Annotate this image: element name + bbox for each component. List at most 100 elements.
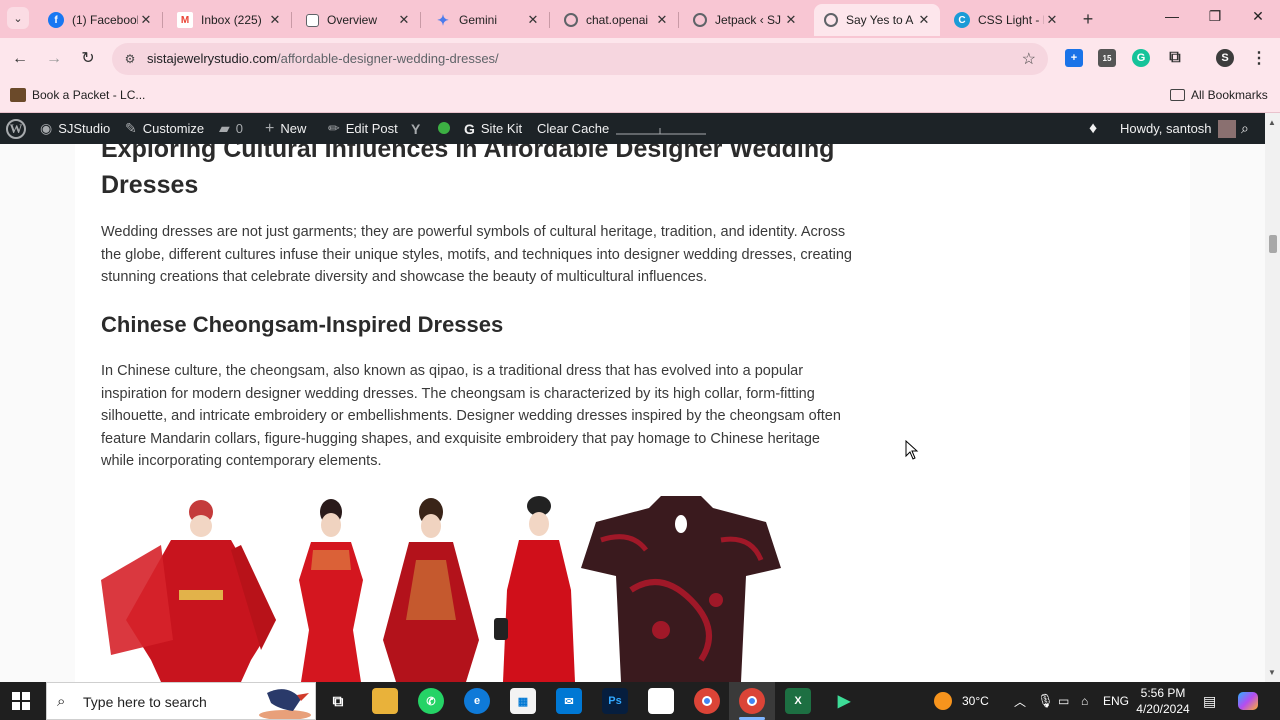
wp-account-menu[interactable]: Howdy, santosh xyxy=(1120,113,1236,144)
network-icon[interactable]: ⌂ xyxy=(1081,682,1088,720)
url-domain: sistajewelrystudio.com xyxy=(147,51,278,66)
notepad-icon[interactable] xyxy=(648,688,674,714)
notifications-icon[interactable]: ▤ xyxy=(1203,682,1216,720)
tab-say-yes-active[interactable]: Say Yes to A ✕ xyxy=(814,4,940,36)
close-icon[interactable]: ✕ xyxy=(267,12,283,28)
bookmarks-bar: Book a Packet - LC... All Bookmarks xyxy=(0,80,1280,113)
wp-search[interactable]: ⌕ xyxy=(1241,113,1255,144)
yoast-seo-menu[interactable]: Y xyxy=(411,113,426,144)
canva-icon: C xyxy=(954,12,970,28)
task-view-icon[interactable]: ⧉ xyxy=(325,688,351,714)
tab-chatgpt[interactable]: chat.openai ✕ xyxy=(554,6,678,34)
wp-customize[interactable]: ✎ Customize xyxy=(125,113,204,144)
menu-kebab-icon[interactable]: ⋮ xyxy=(1250,49,1268,67)
tab-label: Overview xyxy=(327,13,378,27)
scroll-down-icon[interactable]: ▼ xyxy=(1268,668,1276,677)
cheongsam-dresses-image xyxy=(101,490,791,682)
temperature-label: 30°C xyxy=(962,694,989,708)
language-indicator[interactable]: ENG xyxy=(1103,682,1129,720)
wp-clear-cache[interactable]: Clear Cache xyxy=(537,113,609,144)
bell-icon: ♦ xyxy=(1089,119,1098,137)
wordpress-logo-icon[interactable]: W xyxy=(6,119,26,139)
tab-gemini[interactable]: ✦ Gemini ✕ xyxy=(425,6,549,34)
forward-button[interactable]: → xyxy=(43,48,65,70)
tab-separator xyxy=(162,12,163,28)
all-bookmarks-button[interactable]: All Bookmarks xyxy=(1170,88,1268,102)
tab-search-button[interactable]: ⌄ xyxy=(7,7,29,29)
globe-icon xyxy=(564,13,578,27)
close-window-button[interactable]: ✕ xyxy=(1248,8,1268,25)
chrome-icon[interactable] xyxy=(694,688,720,714)
microphone-icon[interactable]: 🎙 xyxy=(1037,682,1054,720)
mail-icon[interactable]: ✉ xyxy=(556,688,582,714)
app-icon[interactable]: ▶ xyxy=(831,688,857,714)
seo-status-dot xyxy=(438,122,450,134)
excel-icon[interactable]: X xyxy=(785,688,811,714)
tray-overflow-button[interactable]: ︿ xyxy=(1014,682,1026,720)
wp-site-menu[interactable]: ◉ SJStudio xyxy=(40,113,110,144)
extension-calendar-icon[interactable]: 15 xyxy=(1098,49,1116,67)
reload-icon: ↻ xyxy=(81,50,95,67)
weather-widget[interactable]: 30°C xyxy=(934,682,989,720)
google-g-icon: G xyxy=(464,120,475,137)
grammarly-icon[interactable]: G xyxy=(1132,49,1150,67)
scrollbar-thumb[interactable] xyxy=(1269,235,1277,253)
tab-gmail[interactable]: M Inbox (225) ✕ xyxy=(167,6,291,34)
tab-overview[interactable]: Overview ✕ xyxy=(296,6,420,34)
tab-strip: ⌄ f (1) Facebook ✕ M Inbox (225) ✕ Overv… xyxy=(0,0,1280,38)
wp-comments[interactable]: ▰ 0 xyxy=(219,113,243,144)
edge-icon[interactable]: e xyxy=(464,688,490,714)
wp-notifications[interactable]: ♦ xyxy=(1089,113,1103,144)
site-info-icon[interactable]: ⚙ xyxy=(122,51,138,67)
tab-css-light[interactable]: C CSS Light - I ✕ xyxy=(944,6,1068,34)
restore-button[interactable]: ❐ xyxy=(1205,8,1225,25)
wp-site-kit[interactable]: G Site Kit xyxy=(464,113,522,144)
wp-admin-bar: W ◉ SJStudio ✎ Customize ▰ 0 + New ✏ Edi… xyxy=(0,113,1265,144)
tab-facebook[interactable]: f (1) Facebook ✕ xyxy=(38,6,162,34)
back-button[interactable]: ← xyxy=(9,48,31,70)
chevron-up-icon: ︿ xyxy=(1014,694,1027,709)
close-icon[interactable]: ✕ xyxy=(783,12,799,28)
close-icon[interactable]: ✕ xyxy=(654,12,670,28)
page-scrollbar[interactable]: ▲ ▼ xyxy=(1265,113,1280,682)
minimize-icon: — xyxy=(1165,8,1179,24)
bookmark-book-a-packet[interactable]: Book a Packet - LC... xyxy=(10,88,145,102)
tab-separator xyxy=(420,12,421,28)
close-icon[interactable]: ✕ xyxy=(1044,12,1060,28)
close-icon[interactable]: ✕ xyxy=(525,12,541,28)
battery-icon[interactable]: ▭ xyxy=(1058,682,1069,720)
profile-avatar[interactable]: S xyxy=(1216,49,1234,67)
wp-stats-sparkline[interactable] xyxy=(616,113,706,144)
close-icon[interactable]: ✕ xyxy=(916,12,932,28)
address-bar[interactable]: ⚙ sistajewelrystudio.com/affordable-desi… xyxy=(112,43,1048,75)
chrome-icon[interactable] xyxy=(739,688,765,714)
extensions-puzzle-icon[interactable]: ⧉ xyxy=(1166,49,1184,67)
whatsapp-icon[interactable]: ✆ xyxy=(418,688,444,714)
photoshop-icon[interactable]: Ps xyxy=(602,688,628,714)
analytics-icon xyxy=(306,13,319,27)
system-clock[interactable]: 5:56 PM 4/20/2024 xyxy=(1134,685,1192,717)
close-icon: ✕ xyxy=(1252,8,1264,24)
search-icon: ⌕ xyxy=(1241,120,1249,136)
wp-edit-post[interactable]: ✏ Edit Post xyxy=(328,113,398,144)
reload-button[interactable]: ↻ xyxy=(77,48,99,70)
minimize-button[interactable]: — xyxy=(1162,8,1182,24)
new-tab-button[interactable]: + xyxy=(1079,9,1097,30)
close-icon[interactable]: ✕ xyxy=(396,12,412,28)
close-icon[interactable]: ✕ xyxy=(138,12,154,28)
file-explorer-icon[interactable] xyxy=(372,688,398,714)
wp-new-label: New xyxy=(280,121,307,136)
extension-plus-icon[interactable]: + xyxy=(1065,49,1083,67)
dashboard-icon: ◉ xyxy=(40,120,53,136)
scroll-up-icon[interactable]: ▲ xyxy=(1268,118,1276,127)
windows-start-icon[interactable] xyxy=(12,692,30,710)
url-path: /affordable-designer-wedding-dresses/ xyxy=(277,51,499,66)
url-text[interactable]: sistajewelrystudio.com/affordable-design… xyxy=(147,51,499,66)
taskbar-search[interactable]: ⌕ Type here to search xyxy=(46,682,316,720)
tab-jetpack[interactable]: Jetpack ‹ SJ ✕ xyxy=(683,6,807,34)
bookmark-star-icon[interactable]: ☆ xyxy=(1022,49,1036,69)
copilot-icon[interactable] xyxy=(1238,682,1258,720)
microsoft-store-icon[interactable]: ▦ xyxy=(510,688,536,714)
windows-taskbar: ⌕ Type here to search ⧉ ✆ e ▦ ✉ Ps X ▶ 3… xyxy=(0,682,1280,720)
wp-new[interactable]: + New xyxy=(265,113,306,144)
